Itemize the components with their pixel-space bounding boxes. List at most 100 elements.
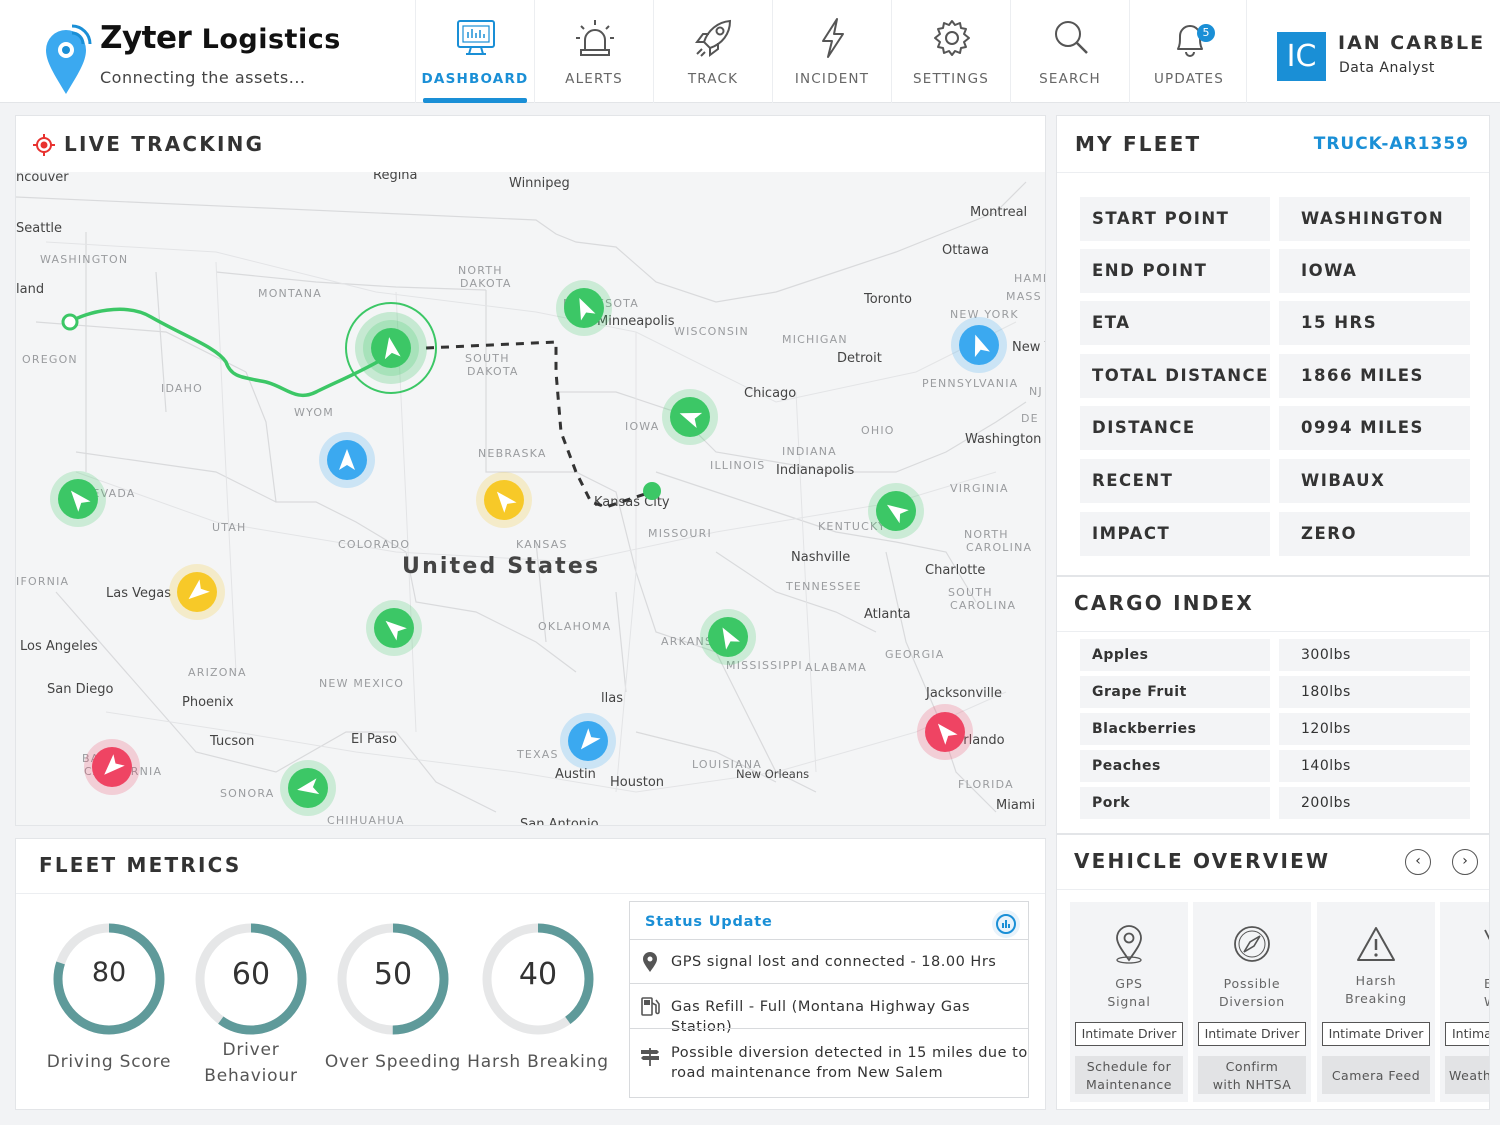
city-label: Tucson (209, 734, 254, 749)
road-sign-icon (641, 1048, 659, 1066)
vehicle-card-weather[interactable]: E We Intima Weath (1440, 902, 1489, 1102)
vehicle-card-harsh-breaking[interactable]: Harsh Breaking Intimate Driver Camera Fe… (1317, 902, 1435, 1102)
vehicle-marker-green[interactable] (662, 389, 718, 445)
nav-updates[interactable]: 5 UPDATES (1129, 0, 1248, 103)
vehicle-marker-green[interactable] (280, 760, 336, 816)
fleet-key: DISTANCE COVERED (1080, 406, 1270, 481)
nav-label: UPDATES (1153, 71, 1225, 87)
cargo-item: Peaches (1080, 750, 1270, 782)
region-label: INDIANA (782, 445, 837, 458)
intimate-driver-button[interactable]: Intima (1445, 1022, 1489, 1046)
vehicle-card-diversion[interactable]: Possible Diversion Intimate Driver Confi… (1193, 902, 1311, 1102)
map-pin-icon (643, 952, 657, 972)
updates-count-badge: 5 (1197, 24, 1215, 42)
region-label: MISSOURI (648, 527, 712, 540)
city-label: Austin (555, 767, 596, 782)
truck-id-link[interactable]: TRUCK-AR1359 (1314, 134, 1469, 154)
alarm-siren-icon (576, 20, 614, 56)
vehicle-card-gps[interactable]: GPS Signal Intimate Driver Schedule for … (1070, 902, 1188, 1102)
region-label: NJ (1029, 385, 1043, 398)
vehicle-marker-green[interactable] (50, 471, 106, 527)
camera-feed-button[interactable]: Camera Feed (1322, 1056, 1430, 1094)
nav-alerts[interactable]: ALERTS (534, 0, 653, 103)
vehicle-marker-green[interactable] (700, 609, 756, 665)
map-canvas[interactable]: WASHINGTONMONTANANORTHDAKOTAMINNESOTAWIS… (16, 172, 1045, 825)
city-label: Detroit (837, 351, 882, 366)
vehicle-marker-green[interactable] (345, 302, 437, 394)
fleet-row: TOTAL DISTANCE 1866 MILES (1080, 354, 1470, 398)
intimate-driver-button[interactable]: Intimate Driver (1198, 1022, 1306, 1046)
region-label: GEORGIA (885, 648, 944, 661)
gauge-label: Driver Behaviour (204, 1040, 298, 1086)
intimate-driver-button[interactable]: Intimate Driver (1075, 1022, 1183, 1046)
gauge-label: Driving Score (46, 1052, 172, 1072)
tracking-map[interactable]: WASHINGTONMONTANANORTHDAKOTAMINNESOTAWIS… (16, 172, 1045, 825)
fleet-metrics-panel: FLEET METRICS 80 Driving Score 60 Driver… (15, 838, 1046, 1110)
city-label: New Orleans (736, 767, 809, 781)
vehicle-marker-blue[interactable] (560, 713, 616, 769)
status-item: Possible diversion detected in 15 miles … (630, 1028, 1028, 1098)
live-tracking-panel: LIVE TRACKING WASHINGTON MONTANA NORTH D… (15, 115, 1046, 826)
fleet-row: START POINT WASHINGTON (1080, 197, 1470, 241)
cargo-weight: 140lbs (1279, 750, 1470, 782)
cargo-weight: 120lbs (1279, 713, 1470, 745)
user-profile[interactable]: IC IAN CARBLE Data Analyst (1246, 0, 1500, 103)
vehicle-card-title: Harsh Breaking (1345, 973, 1407, 1006)
nav-incident[interactable]: INCIDENT (772, 0, 891, 103)
vehicle-marker-yellow[interactable] (476, 472, 532, 528)
fleet-value: WIBAUX (1279, 459, 1470, 503)
nav-label: INCIDENT (794, 71, 870, 87)
panel-title: LIVE TRACKING (64, 132, 265, 156)
city-label: Toronto (863, 292, 912, 307)
region-label: SONORA (220, 787, 274, 800)
city-label: Seattle (16, 221, 62, 236)
city-label: ncouver (16, 172, 69, 185)
nav-settings[interactable]: SETTINGS (891, 0, 1010, 103)
carousel-next-button[interactable]: › (1452, 849, 1478, 875)
region-label: NEBRASKA (478, 447, 547, 460)
route-end-point (643, 482, 661, 500)
panel-title: CARGO INDEX (1074, 591, 1255, 615)
region-label: OKLAHOMA (538, 620, 611, 633)
weather-button[interactable]: Weath (1445, 1056, 1489, 1094)
city-label: Las Vegas (106, 586, 171, 601)
vehicle-marker-green[interactable] (366, 600, 422, 656)
gauge-over-speeding: 50 (333, 919, 453, 1039)
vehicle-marker-yellow[interactable] (169, 564, 225, 620)
city-label: Miami (996, 798, 1035, 813)
nav-search[interactable]: SEARCH (1010, 0, 1129, 103)
vehicle-marker-blue[interactable] (319, 432, 375, 488)
region-label: IOWA (625, 420, 660, 433)
brand-tagline: Connecting the assets... (100, 68, 306, 87)
cargo-item: Blackberries (1080, 713, 1270, 745)
city-label: Montreal (970, 205, 1027, 220)
vehicle-marker-red[interactable] (84, 739, 140, 795)
nav-dashboard[interactable]: DASHBOARD (415, 0, 534, 103)
vehicle-marker-red[interactable] (917, 704, 973, 760)
vehicle-marker-green[interactable] (556, 280, 612, 336)
region-label: HAMI (1014, 272, 1045, 285)
region-label: IFORNIA (16, 575, 69, 588)
schedule-maintenance-button[interactable]: Schedule for Maintenance (1075, 1056, 1183, 1094)
map-pin-icon (1116, 925, 1142, 964)
vehicle-marker-blue[interactable] (951, 317, 1007, 373)
intimate-driver-button[interactable]: Intimate Driver (1322, 1022, 1430, 1046)
city-label: Kansas City (594, 495, 670, 510)
chart-refresh-icon[interactable] (990, 908, 1022, 940)
gauge-value: 80 (91, 957, 127, 988)
weather-icon (1484, 929, 1489, 941)
cargo-item: Grape Fruit (1080, 676, 1270, 708)
vehicle-marker-green[interactable] (868, 483, 924, 539)
region-label: DE (1021, 412, 1039, 425)
cargo-row: Blackberries 120lbs (1080, 713, 1470, 745)
nav-track[interactable]: TRACK (653, 0, 772, 103)
vehicle-card-title: E We (1440, 975, 1489, 1011)
lightning-bolt-icon (822, 18, 844, 58)
nav-label: TRACK (687, 71, 739, 87)
fleet-key: START POINT (1080, 197, 1270, 241)
region-label: OREGON (22, 353, 78, 366)
brand-logo[interactable]: Zyter Logistics Connecting the assets... (40, 14, 370, 94)
region-label: VIRGINIA (950, 482, 1009, 495)
carousel-prev-button[interactable]: ‹ (1405, 849, 1431, 875)
confirm-nhtsa-button[interactable]: Confirm with NHTSA (1198, 1056, 1306, 1094)
